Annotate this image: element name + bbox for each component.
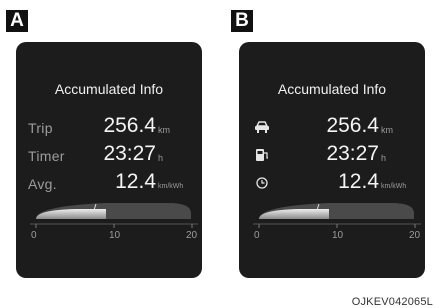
avg-unit: km/kWh xyxy=(158,183,184,190)
time-row: 23:27 h xyxy=(239,142,425,166)
gauge-mid-label: 10 xyxy=(109,230,121,241)
efficiency-row: 12.4 km/kWh xyxy=(239,170,425,194)
panel-a-tag: A xyxy=(6,10,28,32)
panel-b-screen: Accumulated Info 256.4 km 23:27 h 12.4 k… xyxy=(239,42,425,278)
avg-row: Avg. 12.4 km/kWh xyxy=(16,170,202,194)
timer-label: Timer xyxy=(28,148,65,164)
trip-label: Trip xyxy=(28,120,53,136)
time-unit: h xyxy=(381,153,387,163)
figure-code: OJKEV042065L xyxy=(351,296,433,308)
timer-unit: h xyxy=(158,153,164,163)
distance-row: 256.4 km xyxy=(239,114,425,138)
trip-value: 256.4 xyxy=(103,114,156,137)
efficiency-value: 12.4 xyxy=(338,170,379,193)
charging-station-icon xyxy=(256,149,268,161)
avg-value: 12.4 xyxy=(115,170,156,193)
gauge-mid-label: 10 xyxy=(332,230,344,241)
gauge-max-label: 20 xyxy=(186,230,198,241)
gauge-min-label: 0 xyxy=(254,230,260,241)
timer-value: 23:27 xyxy=(103,142,156,165)
panel-a-screen: Accumulated Info Trip 256.4 km Timer 23:… xyxy=(16,42,202,278)
screen-title: Accumulated Info xyxy=(54,81,164,97)
distance-value: 256.4 xyxy=(326,114,379,137)
panel-b-tag: B xyxy=(231,10,253,32)
trip-row: Trip 256.4 km xyxy=(16,114,202,138)
car-icon xyxy=(255,121,269,133)
screen-title: Accumulated Info xyxy=(277,81,387,97)
efficiency-unit: km/kWh xyxy=(381,183,407,190)
gauge-min-label: 0 xyxy=(31,230,37,241)
distance-unit: km xyxy=(381,125,393,135)
trip-unit: km xyxy=(158,125,170,135)
timer-row: Timer 23:27 h xyxy=(16,142,202,166)
avg-label: Avg. xyxy=(28,176,57,192)
gauge-max-label: 20 xyxy=(409,230,421,241)
time-value: 23:27 xyxy=(326,142,379,165)
clock-icon xyxy=(256,177,268,189)
